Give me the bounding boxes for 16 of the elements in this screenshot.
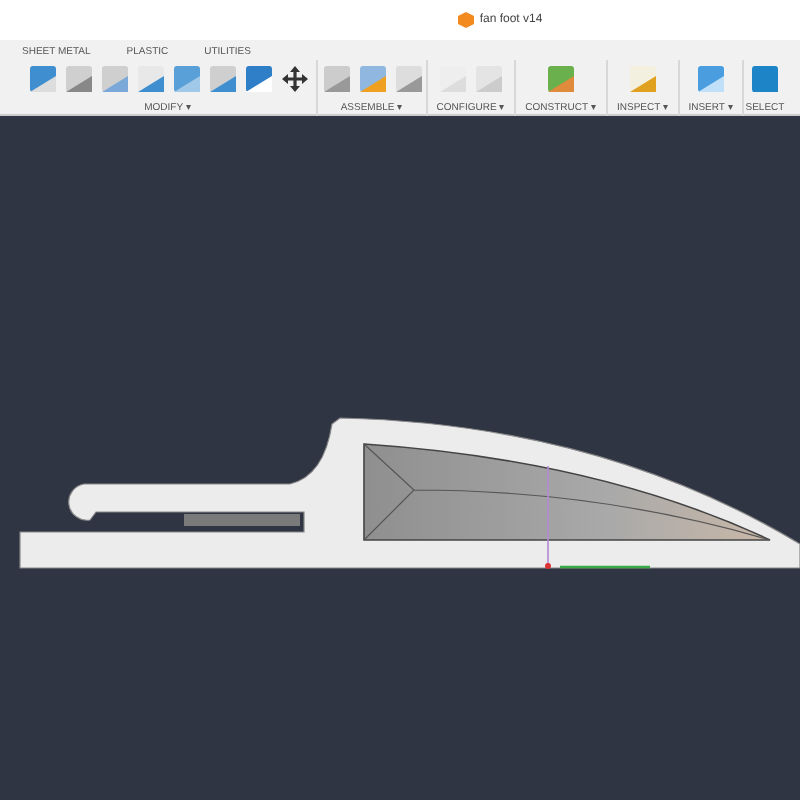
tool-icon[interactable] [135, 64, 165, 94]
tool-icon[interactable] [696, 64, 726, 94]
tool-icon[interactable] [321, 64, 351, 94]
tool-icon[interactable] [357, 64, 387, 94]
tool-icon[interactable] [207, 64, 237, 94]
tool-icon[interactable] [171, 64, 201, 94]
tool-icon[interactable] [750, 64, 780, 94]
tool-icon[interactable] [546, 64, 576, 94]
tool-icon[interactable] [393, 64, 423, 94]
tool-icon[interactable] [27, 64, 57, 94]
tool-icon[interactable] [628, 64, 658, 94]
move-icon[interactable] [279, 64, 309, 94]
tool-icon[interactable] [243, 64, 273, 94]
tool-icon[interactable] [63, 64, 93, 94]
box-icon [457, 12, 474, 28]
tool-icon[interactable] [99, 64, 129, 94]
